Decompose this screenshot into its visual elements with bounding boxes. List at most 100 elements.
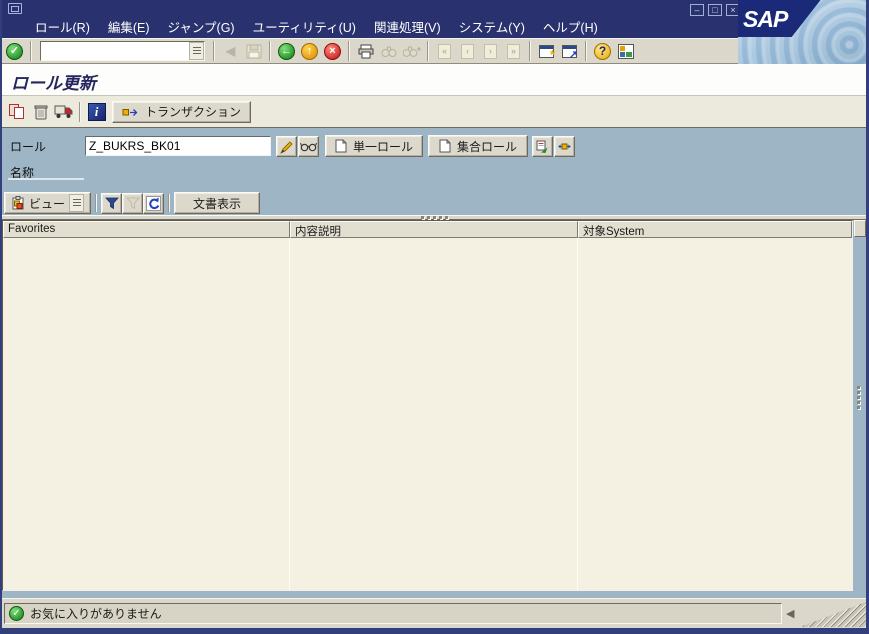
- last-page-icon: »: [507, 44, 520, 59]
- main-content: ロール 単一ロール 集合ロール 名称 ビュー: [0, 128, 869, 598]
- filter-icon: [105, 196, 119, 210]
- name-display-field: [8, 178, 84, 180]
- minimize-button[interactable]: –: [690, 4, 704, 16]
- transaction-button[interactable]: トランザクション: [112, 101, 251, 123]
- cancel-button[interactable]: ×: [321, 40, 344, 62]
- find-button: [377, 40, 400, 62]
- menu-edit[interactable]: 編集(E): [99, 15, 159, 38]
- command-field-wrap: [40, 41, 205, 61]
- resize-grip[interactable]: [800, 602, 866, 627]
- transaction-icon: [122, 106, 139, 118]
- toolbar-separator: [269, 41, 271, 61]
- trash-icon: [34, 104, 48, 120]
- filter-button[interactable]: [101, 193, 122, 214]
- previous-page-button: ‹: [456, 40, 479, 62]
- toolbar-separator: [529, 41, 531, 61]
- doc-display-button[interactable]: 文書表示: [174, 192, 260, 214]
- save-icon: [246, 44, 262, 59]
- view-button-label: ビュー: [29, 195, 65, 212]
- print-button[interactable]: [354, 40, 377, 62]
- window-border: [0, 0, 2, 634]
- refresh-button[interactable]: [143, 193, 164, 214]
- single-role-button[interactable]: 単一ロール: [325, 135, 423, 157]
- display-button[interactable]: [298, 136, 319, 157]
- distribute-role-button[interactable]: [554, 136, 575, 157]
- status-message-field: ✓ お気に入りがありません: [4, 603, 782, 624]
- single-role-label: 単一ロール: [353, 138, 413, 155]
- window-controls: – □ ×: [690, 4, 740, 16]
- view-dropdown-button[interactable]: [69, 194, 84, 212]
- new-session-button[interactable]: *: [535, 40, 558, 62]
- find-next-button: [400, 40, 423, 62]
- view-button[interactable]: ビュー: [4, 192, 91, 214]
- list-icon: [73, 199, 81, 208]
- status-ok-icon: ✓: [9, 606, 24, 621]
- favorites-table-header: Favorites 内容説明 対象System: [3, 221, 852, 238]
- toolbar-separator: [95, 194, 97, 212]
- views-icon: [11, 196, 25, 210]
- document-icon: [335, 139, 347, 153]
- customize-layout-button[interactable]: [614, 40, 637, 62]
- list-icon: [193, 47, 201, 56]
- role-input[interactable]: [85, 136, 271, 156]
- copy-role-icon: [536, 140, 549, 153]
- enter-button[interactable]: ✓: [3, 40, 26, 62]
- toolbar-separator: [30, 41, 32, 61]
- customize-layout-icon: [618, 44, 634, 59]
- back-button[interactable]: ←: [275, 40, 298, 62]
- column-divider: [577, 238, 578, 590]
- toolbar-separator: [79, 102, 81, 122]
- toolbar-separator: [585, 41, 587, 61]
- cancel-icon: ×: [324, 43, 341, 60]
- status-collapse-button[interactable]: ◀: [786, 607, 794, 620]
- glasses-icon: [300, 141, 317, 152]
- create-shortcut-button[interactable]: ↗: [558, 40, 581, 62]
- save-button: [242, 40, 265, 62]
- column-header-description[interactable]: 内容説明: [290, 221, 578, 238]
- change-button[interactable]: [276, 136, 297, 157]
- delete-button[interactable]: [29, 101, 52, 123]
- page-title: ロール更新: [11, 69, 96, 94]
- toolbar-separator: [168, 194, 170, 212]
- back-icon: ←: [278, 43, 295, 60]
- copy-role-button[interactable]: [532, 136, 553, 157]
- menu-environment[interactable]: 関連処理(V): [365, 15, 450, 38]
- exit-button[interactable]: ↑: [298, 40, 321, 62]
- splitter-handle-icon: [421, 216, 448, 219]
- find-next-icon: [403, 45, 421, 58]
- column-header-favorites[interactable]: Favorites: [3, 221, 290, 238]
- menu-goto[interactable]: ジャンプ(G): [159, 15, 244, 38]
- column-divider: [289, 238, 290, 590]
- command-input[interactable]: [41, 43, 189, 59]
- window-icon: [8, 3, 22, 14]
- copy-button[interactable]: [6, 101, 29, 123]
- doc-display-label: 文書表示: [193, 195, 241, 212]
- left-triangle-icon: ◀: [226, 44, 235, 58]
- sap-gui-window: – □ × ロール(R) 編集(E) ジャンプ(G) ユーティリティ(U) 関連…: [0, 0, 869, 634]
- toolbar-separator: [348, 41, 350, 61]
- information-button[interactable]: i: [85, 101, 108, 123]
- vertical-splitter-handle[interactable]: [857, 386, 860, 409]
- column-header-target-system[interactable]: 対象System: [578, 221, 852, 238]
- help-button[interactable]: ?: [591, 40, 614, 62]
- menu-utilities[interactable]: ユーティリティ(U): [244, 15, 365, 38]
- command-history-button[interactable]: [189, 42, 204, 60]
- enter-icon: ✓: [6, 43, 23, 60]
- menu-role[interactable]: ロール(R): [26, 15, 99, 38]
- maximize-button[interactable]: □: [708, 4, 722, 16]
- favorites-table-body[interactable]: [3, 238, 852, 590]
- menu-help[interactable]: ヘルプ(H): [534, 15, 607, 38]
- pencil-icon: [280, 140, 294, 154]
- role-field-label: ロール: [10, 138, 46, 155]
- first-page-icon: «: [438, 44, 451, 59]
- filter-disabled-icon: [126, 196, 140, 210]
- previous-page-icon: ‹: [461, 44, 474, 59]
- transport-button[interactable]: [52, 101, 75, 123]
- composite-role-button[interactable]: 集合ロール: [428, 135, 528, 157]
- table-config-button[interactable]: [854, 220, 866, 237]
- sap-logo: SAP: [743, 6, 787, 33]
- delete-filter-button: [122, 193, 143, 214]
- window-border: [0, 628, 869, 634]
- print-icon: [358, 44, 374, 59]
- menu-system[interactable]: システム(Y): [450, 15, 534, 38]
